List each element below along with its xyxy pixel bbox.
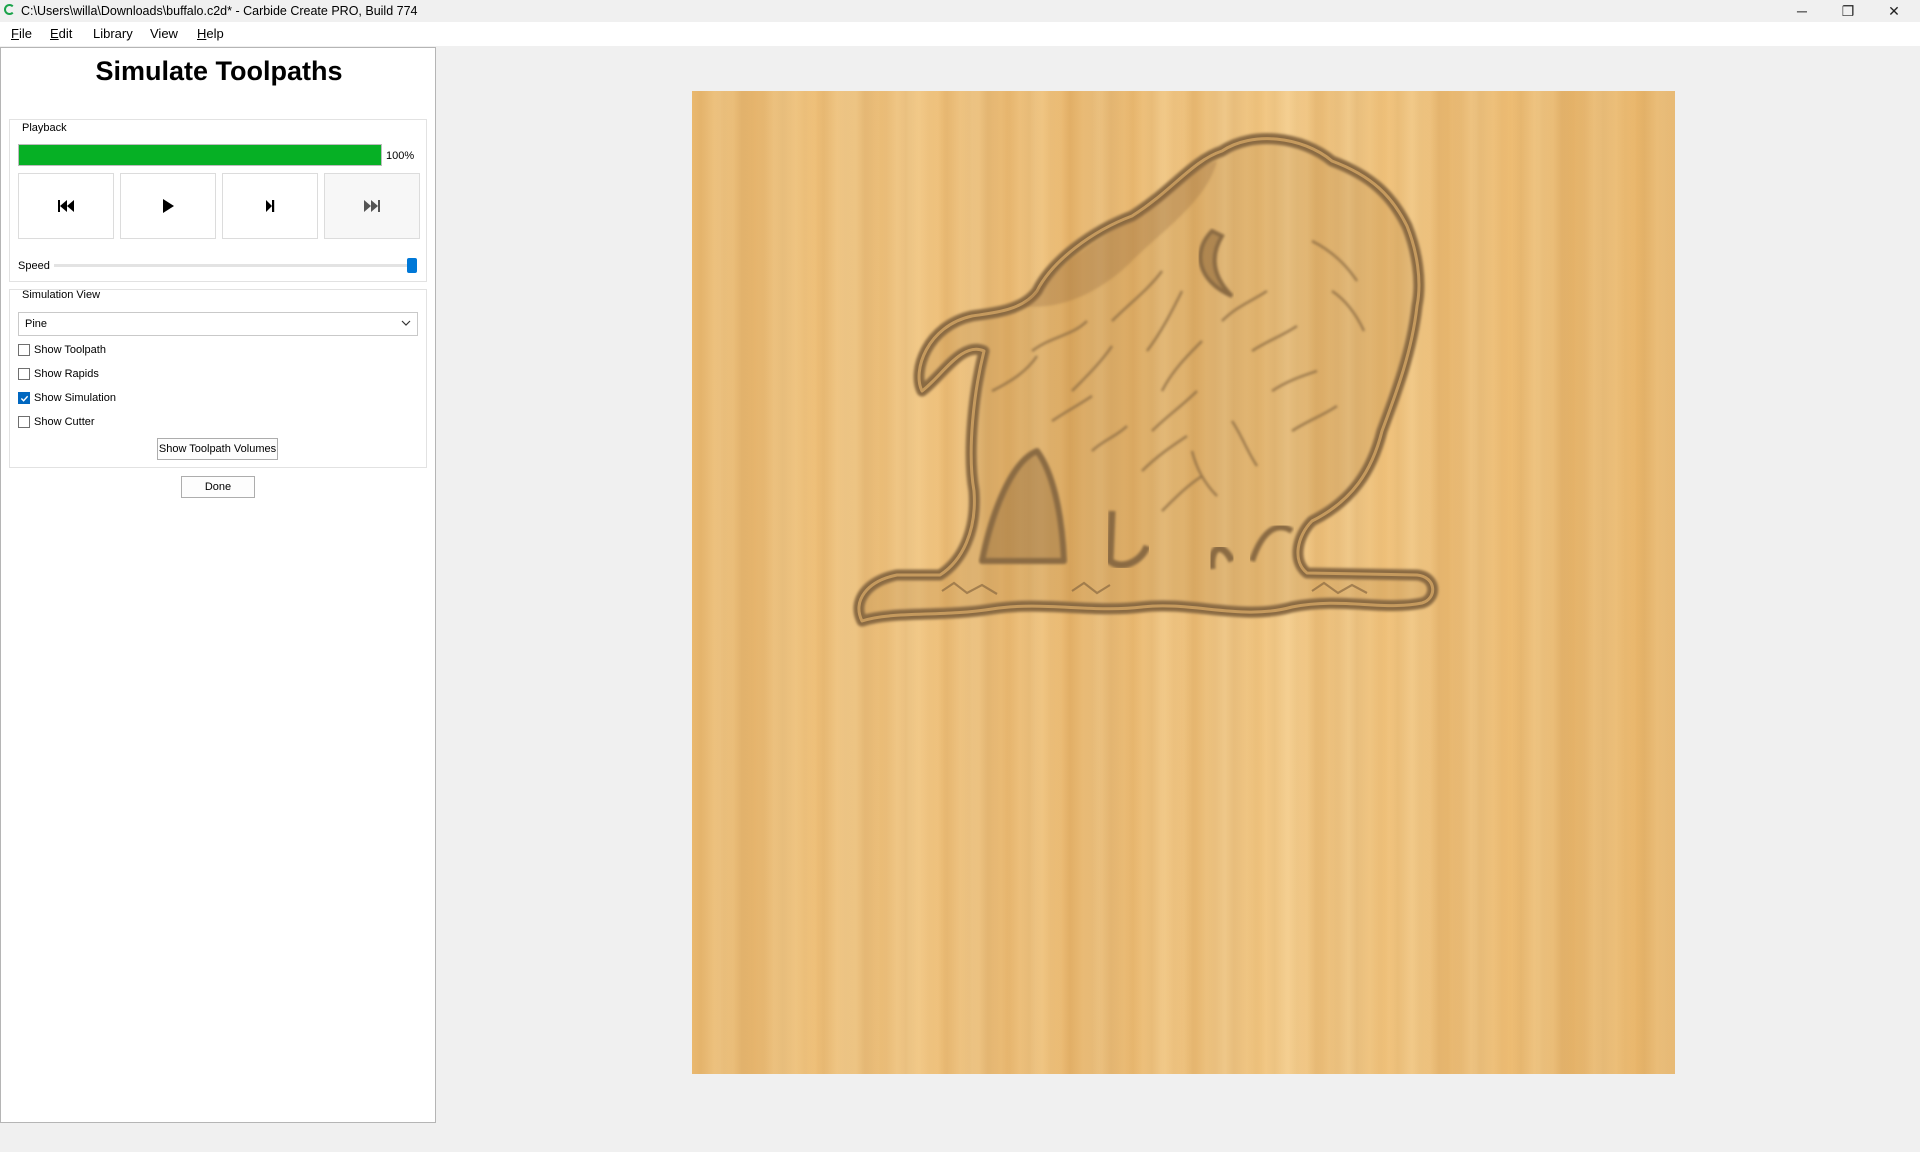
menu-edit[interactable]: Edit: [50, 26, 72, 41]
playback-label: Playback: [22, 122, 67, 134]
material-value: Pine: [25, 318, 48, 330]
panel-title: Simulate Toolpaths: [95, 56, 343, 86]
show-rapids-checkbox[interactable]: Show Rapids: [18, 366, 99, 382]
checkbox-box[interactable]: [18, 368, 30, 380]
menu-view[interactable]: View: [150, 26, 178, 41]
checkbox-box[interactable]: [18, 344, 30, 356]
checkbox-label: Show Cutter: [34, 416, 95, 428]
speed-slider-handle[interactable]: [407, 258, 417, 273]
title-bar: C:\Users\willa\Downloads\buffalo.c2d* - …: [0, 0, 1920, 22]
done-button[interactable]: Done: [181, 476, 255, 498]
playback-progress-bar: [18, 144, 382, 166]
progress-percent: 100%: [386, 150, 415, 162]
play-button[interactable]: [120, 173, 216, 239]
play-icon: [163, 199, 174, 213]
skip-to-end-button[interactable]: [324, 173, 420, 239]
status-bar: [0, 1123, 1920, 1152]
buffalo-carving: [853, 133, 1439, 627]
checkbox-box[interactable]: [18, 416, 30, 428]
window-title: C:\Users\willa\Downloads\buffalo.c2d* - …: [21, 4, 418, 18]
speed-label: Speed: [18, 260, 50, 272]
show-toolpath-checkbox[interactable]: Show Toolpath: [18, 342, 106, 358]
show-simulation-checkbox[interactable]: Show Simulation: [18, 390, 116, 406]
chevron-down-icon: [401, 320, 411, 326]
menu-library[interactable]: Library: [93, 26, 133, 41]
show-cutter-checkbox[interactable]: Show Cutter: [18, 414, 95, 430]
checkmark-icon: [20, 395, 28, 402]
show-toolpath-volumes-button[interactable]: Show Toolpath Volumes: [157, 438, 278, 460]
wood-stock-preview: [692, 91, 1675, 1074]
skip-to-start-icon: [58, 200, 74, 212]
close-button[interactable]: ✕: [1871, 0, 1917, 22]
menu-help[interactable]: Help: [197, 26, 224, 41]
step-forward-icon: [266, 200, 275, 212]
skip-to-end-icon: [364, 200, 380, 212]
app-logo-icon: [4, 4, 15, 15]
menu-file[interactable]: File: [11, 26, 32, 41]
simulation-view-label: Simulation View: [22, 289, 101, 301]
step-forward-button[interactable]: [222, 173, 318, 239]
skip-to-start-button[interactable]: [18, 173, 114, 239]
restore-button[interactable]: ❐: [1825, 0, 1871, 22]
checkbox-label: Show Toolpath: [34, 344, 106, 356]
speed-slider-track[interactable]: [54, 264, 417, 267]
checkbox-label: Show Simulation: [34, 392, 116, 404]
material-select[interactable]: Pine: [18, 312, 418, 336]
checkbox-label: Show Rapids: [34, 368, 99, 380]
menu-bar: File Edit Library View Help: [0, 22, 1920, 46]
checkbox-box[interactable]: [18, 392, 30, 404]
progress-fill: [19, 145, 381, 165]
minimize-button[interactable]: ─: [1779, 0, 1825, 22]
